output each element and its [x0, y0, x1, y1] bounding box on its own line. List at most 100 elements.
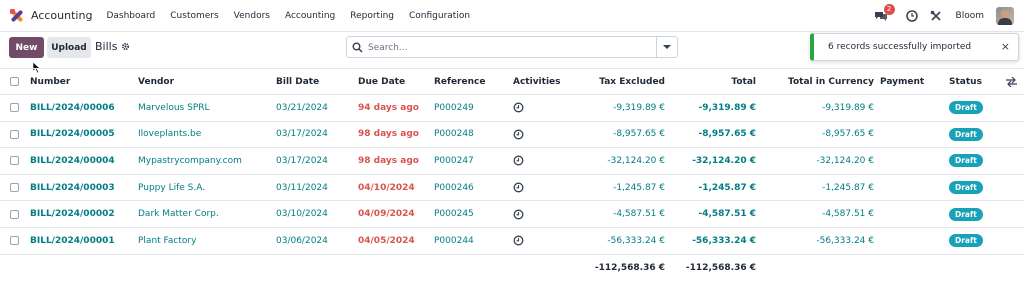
- table-row[interactable]: BILL/2024/00005 Iloveplants.be 03/17/202…: [0, 122, 1024, 149]
- col-header-status[interactable]: Status: [949, 69, 982, 94]
- close-icon[interactable]: ×: [1001, 40, 1010, 53]
- col-header-activities[interactable]: Activities: [513, 69, 561, 94]
- bill-date[interactable]: 03/06/2024: [276, 228, 328, 254]
- reference[interactable]: P000248: [434, 122, 474, 148]
- activity-clock-icon[interactable]: [513, 175, 524, 201]
- vendor-name[interactable]: Dark Matter Corp.: [138, 201, 219, 227]
- col-header-due-date[interactable]: Due Date: [358, 69, 405, 94]
- activity-clock-icon[interactable]: [513, 122, 524, 148]
- bill-date[interactable]: 03/21/2024: [276, 95, 328, 121]
- reference[interactable]: P000247: [434, 148, 474, 174]
- col-header-tax-excluded[interactable]: Tax Excluded: [599, 69, 665, 94]
- bill-number[interactable]: BILL/2024/00004: [30, 148, 115, 174]
- menu-reporting[interactable]: Reporting: [350, 11, 394, 21]
- vendor-name[interactable]: Plant Factory: [138, 228, 196, 254]
- table-row[interactable]: BILL/2024/00003 Puppy Life S.A. 03/11/20…: [0, 175, 1024, 202]
- row-checkbox[interactable]: [10, 228, 20, 254]
- col-header-number[interactable]: Number: [30, 69, 70, 94]
- status-badge: Draft: [949, 175, 983, 201]
- bill-date[interactable]: 03/17/2024: [276, 122, 328, 148]
- total-in-currency: -56,333.24 €: [816, 235, 874, 246]
- vendor-name[interactable]: Mypastrycompany.com: [138, 148, 242, 174]
- vendor-name[interactable]: Iloveplants.be: [138, 122, 201, 148]
- tax-excluded: -8,957.65 €: [613, 129, 665, 140]
- select-all-checkbox[interactable]: [10, 69, 20, 94]
- due-date[interactable]: 04/05/2024: [358, 228, 415, 254]
- menu-customers[interactable]: Customers: [170, 11, 218, 21]
- col-header-total-in-currency[interactable]: Total in Currency: [788, 69, 874, 94]
- tax-excluded: -4,587.51 €: [613, 209, 665, 220]
- bill-date[interactable]: 03/10/2024: [276, 201, 328, 227]
- col-header-bill-date[interactable]: Bill Date: [276, 69, 319, 94]
- reference[interactable]: P000249: [434, 95, 474, 121]
- bill-date[interactable]: 03/17/2024: [276, 148, 328, 174]
- activity-clock-icon[interactable]: [513, 228, 524, 254]
- table-row[interactable]: BILL/2024/00002 Dark Matter Corp. 03/10/…: [0, 201, 1024, 228]
- totals-row: -112,568.36 € -112,568.36 €: [0, 255, 1024, 281]
- total: -56,333.24 €: [692, 235, 756, 246]
- total-in-currency: -9,319.89 €: [822, 102, 874, 113]
- table-row[interactable]: BILL/2024/00006 Marvelous SPRL 03/21/202…: [0, 95, 1024, 122]
- vendor-name[interactable]: Marvelous SPRL: [138, 95, 210, 121]
- total-in-currency: -8,957.65 €: [822, 129, 874, 140]
- total-in-currency: -32,124.20 €: [816, 155, 874, 166]
- activity-clock-icon[interactable]: [513, 95, 524, 121]
- tax-excluded: -32,124.20 €: [607, 155, 665, 166]
- chat-icon[interactable]: 2: [874, 4, 895, 22]
- bill-number[interactable]: BILL/2024/00005: [30, 122, 115, 148]
- app-name[interactable]: Accounting: [31, 9, 92, 22]
- total-in-currency: -1,245.87 €: [822, 182, 874, 193]
- column-settings-icon[interactable]: [1006, 69, 1017, 94]
- row-checkbox[interactable]: [10, 175, 20, 201]
- col-header-total[interactable]: Total: [731, 69, 756, 94]
- tools-icon[interactable]: [930, 10, 942, 22]
- bill-number[interactable]: BILL/2024/00006: [30, 95, 115, 121]
- table-row[interactable]: BILL/2024/00001 Plant Factory 03/06/2024…: [0, 228, 1024, 255]
- due-date[interactable]: 98 days ago: [358, 148, 419, 174]
- due-date[interactable]: 04/10/2024: [358, 175, 415, 201]
- gear-icon[interactable]: [121, 42, 130, 51]
- tax-excluded: -56,333.24 €: [607, 235, 665, 246]
- new-button[interactable]: New: [9, 37, 44, 58]
- reference[interactable]: P000245: [434, 201, 474, 227]
- row-checkbox[interactable]: [10, 148, 20, 174]
- status-badge: Draft: [949, 95, 983, 121]
- table-row[interactable]: BILL/2024/00004 Mypastrycompany.com 03/1…: [0, 148, 1024, 175]
- tax-excluded: -9,319.89 €: [613, 102, 665, 113]
- due-date[interactable]: 98 days ago: [358, 122, 419, 148]
- bill-number[interactable]: BILL/2024/00003: [30, 175, 115, 201]
- vendor-name[interactable]: Puppy Life S.A.: [138, 175, 205, 201]
- menu-accounting[interactable]: Accounting: [285, 11, 335, 21]
- row-checkbox[interactable]: [10, 122, 20, 148]
- upload-button[interactable]: Upload: [47, 37, 91, 58]
- reference[interactable]: P000244: [434, 228, 474, 254]
- bill-number[interactable]: BILL/2024/00001: [30, 228, 115, 254]
- caret-down-icon: [663, 45, 671, 49]
- due-date[interactable]: 94 days ago: [358, 95, 419, 121]
- col-header-payment[interactable]: Payment: [880, 69, 924, 94]
- activity-clock-icon[interactable]: [513, 148, 524, 174]
- col-header-reference[interactable]: Reference: [434, 69, 485, 94]
- search-options-toggle[interactable]: [656, 37, 677, 57]
- tax-excluded-sum: -112,568.36 €: [594, 262, 665, 273]
- bill-date[interactable]: 03/11/2024: [276, 175, 328, 201]
- user-name[interactable]: Bloom: [956, 11, 984, 21]
- search-input[interactable]: [368, 40, 653, 55]
- due-date[interactable]: 04/09/2024: [358, 201, 415, 227]
- bills-table: Number Vendor Bill Date Due Date Referen…: [0, 68, 1024, 281]
- success-notification: 6 records successfully imported ×: [810, 33, 1019, 61]
- total: -32,124.20 €: [692, 155, 756, 166]
- col-header-vendor[interactable]: Vendor: [138, 69, 174, 94]
- bill-number[interactable]: BILL/2024/00002: [30, 201, 115, 227]
- menu-vendors[interactable]: Vendors: [234, 11, 270, 21]
- menu-dashboard[interactable]: Dashboard: [106, 11, 155, 21]
- reference[interactable]: P000246: [434, 175, 474, 201]
- menu-configuration[interactable]: Configuration: [409, 11, 470, 21]
- activity-clock-icon[interactable]: [513, 201, 524, 227]
- accounting-logo-icon[interactable]: [10, 8, 24, 23]
- row-checkbox[interactable]: [10, 201, 20, 227]
- avatar[interactable]: [996, 7, 1014, 25]
- row-checkbox[interactable]: [10, 95, 20, 121]
- clock-icon[interactable]: [905, 10, 918, 22]
- search-icon: [352, 42, 363, 53]
